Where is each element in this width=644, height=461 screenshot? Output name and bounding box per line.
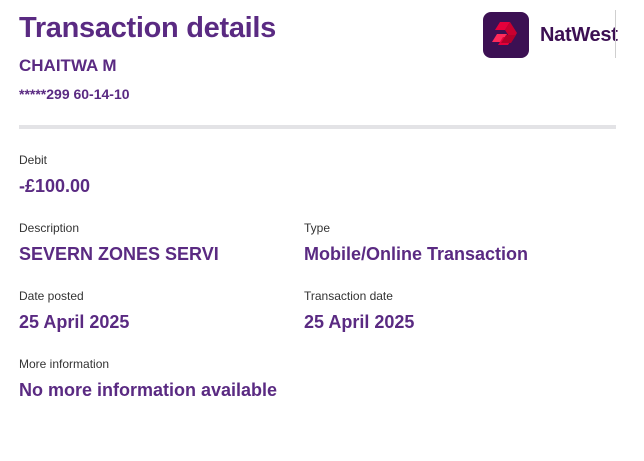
natwest-cubes-icon: [483, 12, 529, 58]
description-label: Description: [19, 221, 80, 235]
natwest-logo: NatWest: [483, 11, 618, 59]
date-posted-value: 25 April 2025: [19, 312, 130, 332]
transaction-date-label: Transaction date: [304, 289, 393, 303]
account-number: *****299 60-14-10: [19, 86, 130, 102]
type-label: Type: [304, 221, 331, 235]
debit-amount: -£100.00: [19, 176, 91, 196]
account-holder-name: CHAITWA M: [19, 56, 117, 75]
more-information-label: More information: [19, 357, 110, 371]
more-information-value: No more information available: [19, 380, 278, 400]
transaction-details-page: Transaction details CHAITWA M *****299 6…: [0, 0, 644, 461]
transaction-date-value: 25 April 2025: [304, 312, 415, 332]
header-edge-line: [615, 10, 616, 58]
debit-label: Debit: [19, 153, 48, 167]
page-title: Transaction details: [19, 12, 276, 44]
date-posted-label: Date posted: [19, 289, 84, 303]
type-value: Mobile/Online Transaction: [304, 244, 529, 264]
header-divider: [19, 125, 616, 129]
description-value: SEVERN ZONES SERVI: [19, 244, 219, 264]
natwest-wordmark: NatWest: [540, 23, 618, 46]
